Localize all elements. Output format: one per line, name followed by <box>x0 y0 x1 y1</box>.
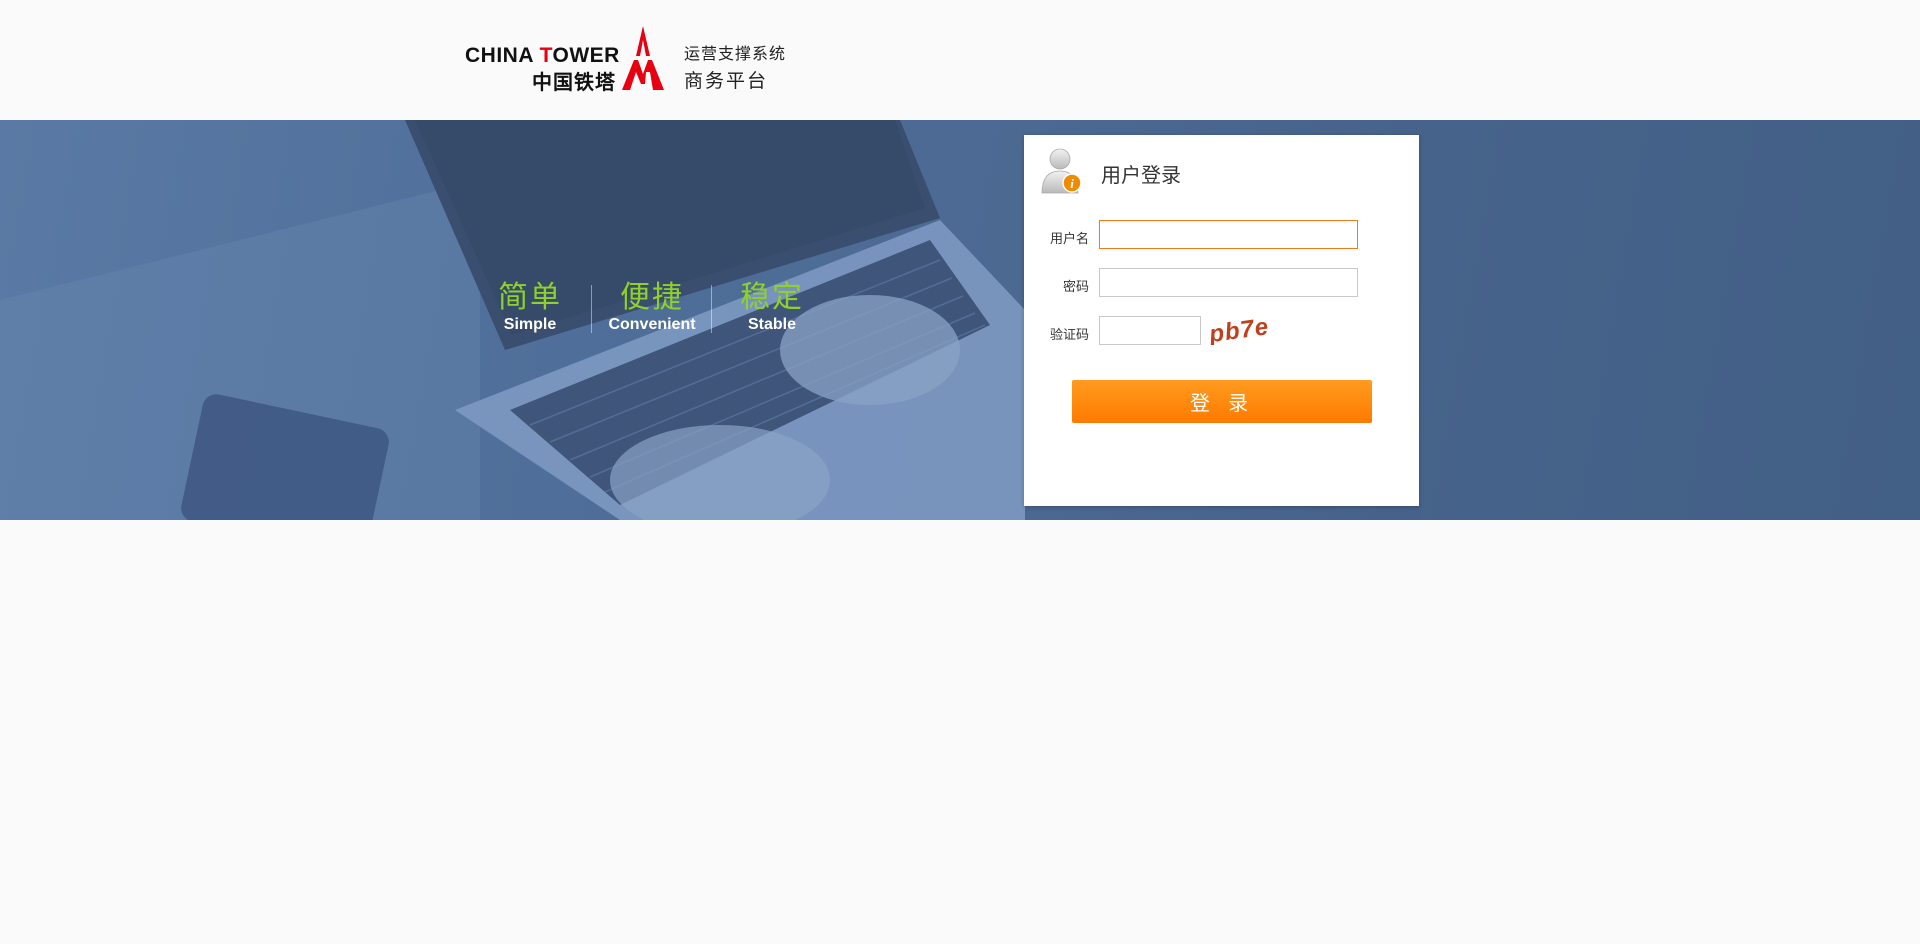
hero-banner: 简单 Simple 便捷 Convenient 稳定 Stable <box>0 120 1920 520</box>
tagline-convenient-cn: 便捷 <box>620 280 684 315</box>
tagline-simple-en: Simple <box>503 316 557 333</box>
tagline-convenient: 便捷 Convenient <box>604 280 700 334</box>
logo-english-name: CHINA TOWER <box>465 44 620 67</box>
svg-text:i: i <box>1070 176 1074 191</box>
username-input[interactable] <box>1099 220 1358 249</box>
password-input[interactable] <box>1099 268 1358 297</box>
system-name: 运营支撑系统 <box>684 44 787 63</box>
captcha-text: pb7e <box>1207 313 1271 345</box>
captcha-input[interactable] <box>1099 316 1201 345</box>
logo-chinese-name: 中国铁塔 <box>532 70 616 94</box>
username-label: 用户名 <box>1049 232 1089 247</box>
tagline-stable: 稳定 Stable <box>737 280 807 334</box>
header: CHINA TOWER 中国铁塔 运营支撑系统 商务平台 <box>0 0 1920 120</box>
login-button[interactable]: 登 录 <box>1072 380 1372 423</box>
laptop-background-image <box>0 120 1920 520</box>
login-title: 用户登录 <box>1101 163 1181 187</box>
platform-name: 商务平台 <box>684 70 769 92</box>
tower-logo-icon <box>622 26 664 90</box>
tagline-stable-cn: 稳定 <box>740 280 804 315</box>
captcha-label: 验证码 <box>1049 328 1089 343</box>
captcha-image[interactable]: pb7e <box>1207 313 1287 345</box>
tagline-divider <box>711 285 712 333</box>
china-tower-logo[interactable]: CHINA TOWER 中国铁塔 运营支撑系统 商务平台 <box>465 26 795 94</box>
user-info-icon: i <box>1041 148 1082 194</box>
password-label: 密码 <box>1062 280 1089 295</box>
tagline-simple: 简单 Simple <box>496 280 564 334</box>
login-panel: i 用户登录 用户名 密码 验证码 pb7e 登 录 <box>1024 135 1419 506</box>
tagline-stable-en: Stable <box>747 316 796 333</box>
tagline-simple-cn: 简单 <box>498 280 562 315</box>
tagline-convenient-en: Convenient <box>608 316 696 333</box>
tagline-divider <box>591 285 592 333</box>
